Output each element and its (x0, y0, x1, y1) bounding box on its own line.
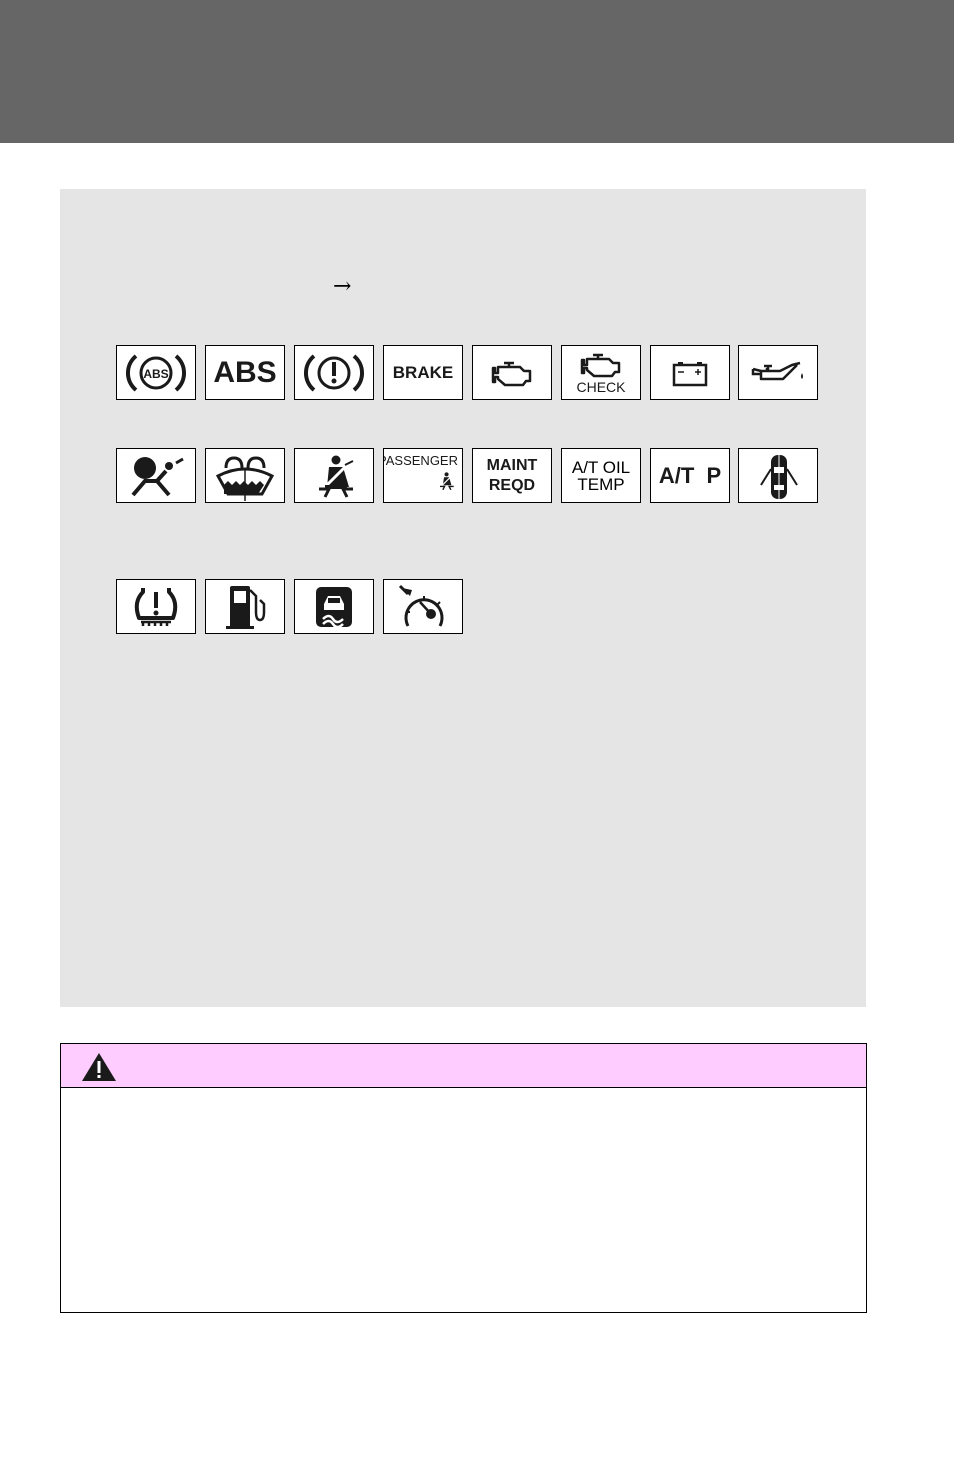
passenger-label: PASSENGER (383, 453, 458, 468)
brake-text-label: BRAKE (392, 363, 454, 382)
abs-text-label: ABS (213, 355, 277, 389)
at-p-icon: A/T P (650, 448, 730, 503)
temp-label: TEMP (577, 474, 625, 494)
caution-box (60, 1043, 867, 1313)
abs-circle-label: ABS (143, 367, 168, 381)
caution-header (61, 1044, 866, 1088)
warning-triangle-icon (82, 1053, 116, 1081)
passenger-seatbelt-icon: PASSENGER (383, 448, 463, 503)
maint-label: MAINT (486, 456, 538, 474)
header-band (0, 0, 954, 143)
check-engine-text-icon: CHECK (561, 345, 641, 400)
maint-reqd-icon: MAINT REQD (472, 448, 552, 503)
oil-pressure-icon (738, 345, 818, 400)
seatbelt-icon (294, 448, 374, 503)
abs-circle-icon: ABS (116, 345, 196, 400)
door-open-icon (738, 448, 818, 503)
at-oil-temp-icon: A/T OIL TEMP (561, 448, 641, 503)
low-fuel-icon (205, 579, 285, 634)
washer-fluid-icon (205, 448, 285, 503)
tire-pressure-icon (116, 579, 196, 634)
battery-icon (650, 345, 730, 400)
at-oil-label: A/T OIL (571, 457, 631, 477)
at-p-label: A/T P (658, 462, 722, 488)
reqd-label: REQD (488, 476, 536, 494)
check-engine-icon (472, 345, 552, 400)
arrow-icon: → (333, 274, 352, 299)
abs-text-icon: ABS (205, 345, 285, 400)
slip-indicator-icon (294, 579, 374, 634)
cruise-control-icon (383, 579, 463, 634)
brake-exclamation-icon (294, 345, 374, 400)
airbag-icon (116, 448, 196, 503)
check-label: CHECK (576, 378, 626, 395)
brake-text-icon: BRAKE (383, 345, 463, 400)
